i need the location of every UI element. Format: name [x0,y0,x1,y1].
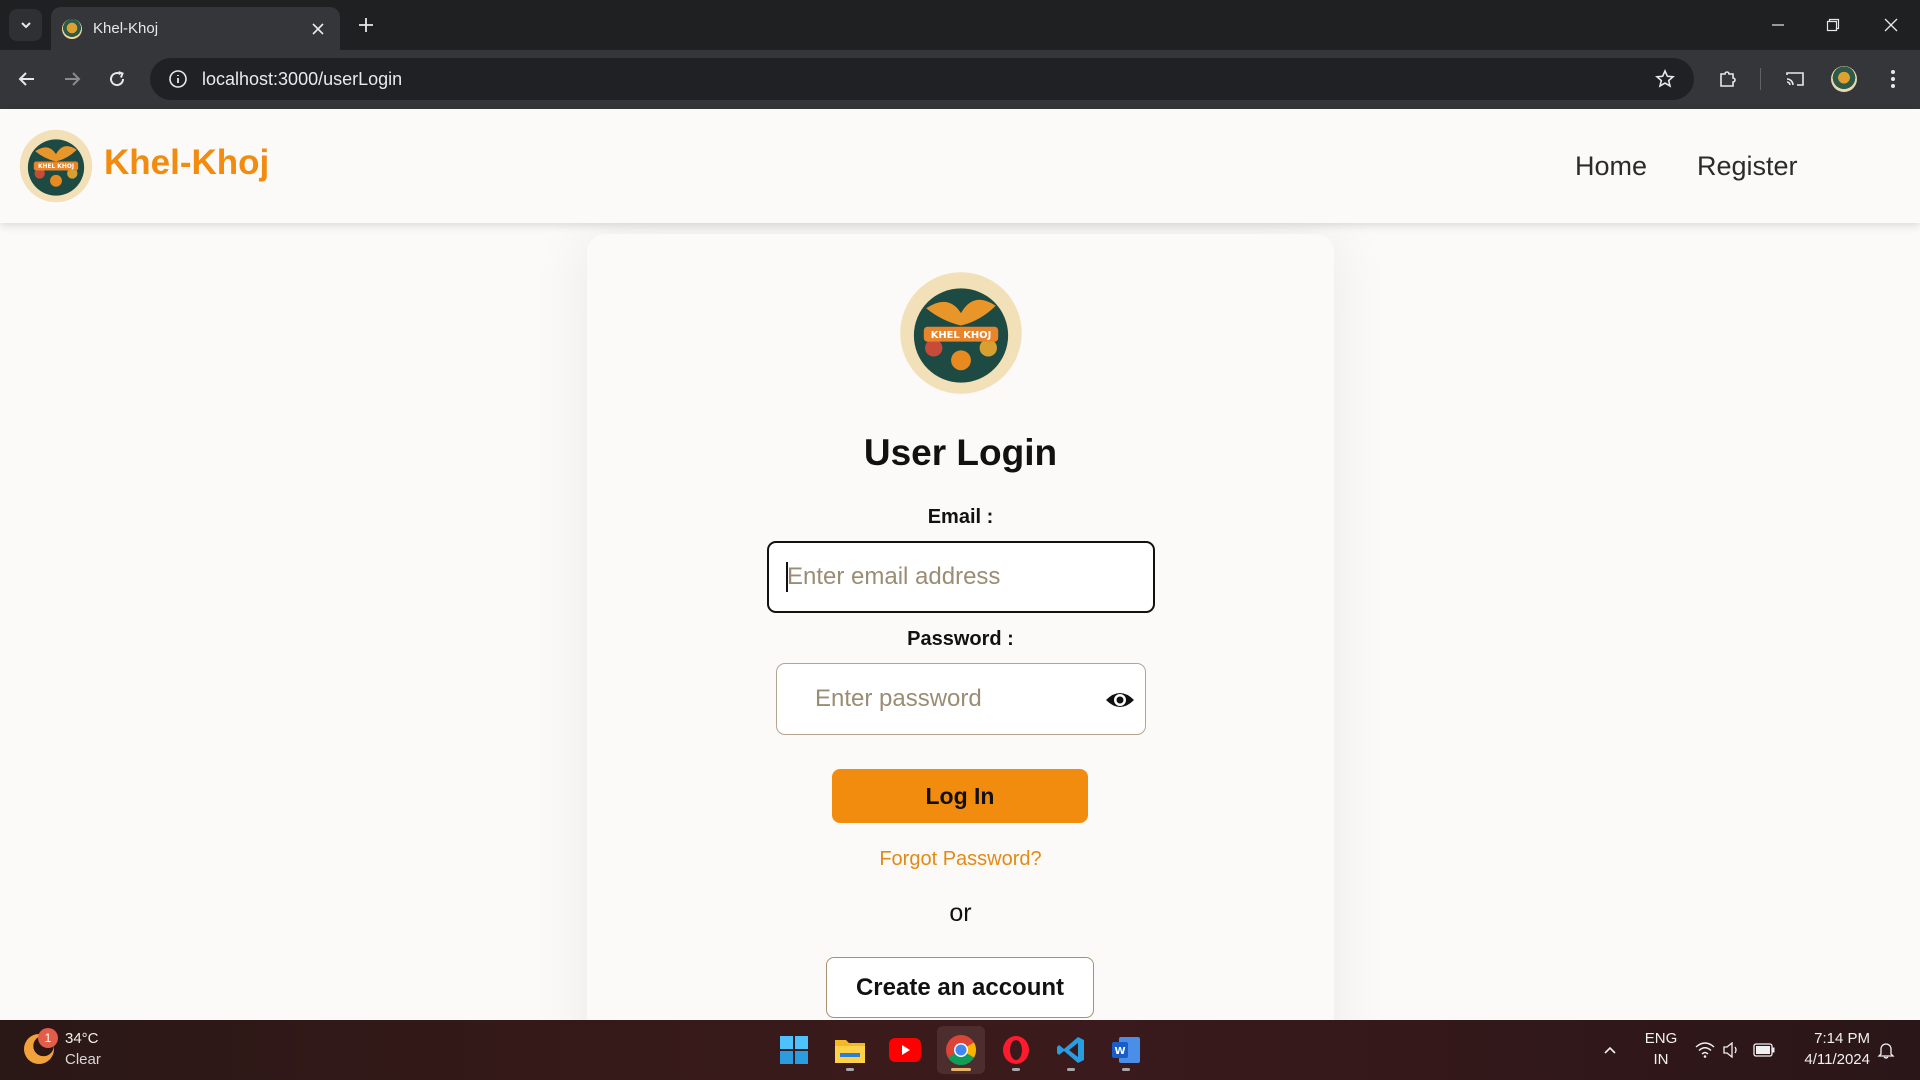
minimize-button[interactable] [1758,5,1798,45]
nav-home-link[interactable]: Home [1575,151,1647,182]
email-label: Email : [927,506,994,528]
region-code: IN [1653,1051,1669,1068]
cast-icon [1786,72,1804,86]
svg-text:W: W [1114,1046,1125,1057]
svg-text:KHEL KHOJ: KHEL KHOJ [931,330,992,341]
start-button[interactable] [770,1026,818,1074]
weather-temperature: 34°C [65,1030,99,1047]
restore-button[interactable] [1813,5,1853,45]
favicon-icon [62,18,82,39]
bookmark-star-icon[interactable] [1650,64,1680,94]
profile-avatar [1831,66,1857,92]
site-header: KHEL KHOJ Khel-Khoj Home Register [0,109,1920,223]
khel-khoj-logo[interactable]: KHEL KHOJ [19,129,93,203]
menu-button[interactable] [1878,64,1908,94]
password-label: Password : [907,628,1014,650]
khel-khoj-logo: KHEL KHOJ [900,272,1022,394]
address-bar[interactable]: localhost:3000/userLogin [150,58,1694,100]
forward-button[interactable] [57,64,87,94]
taskbar-opera[interactable] [992,1026,1040,1074]
vscode-icon [1057,1037,1084,1063]
password-field-wrapper [776,663,1146,735]
arrow-left-icon [18,72,34,86]
browser-tab-strip: Khel-Khoj [0,0,1920,50]
text-caret [786,562,788,592]
battery-icon[interactable] [1752,1038,1776,1062]
login-card: KHEL KHOJ User Login Email : Password : … [587,234,1334,1080]
chrome-icon [946,1035,977,1066]
password-field[interactable] [815,682,1095,716]
tab-close-button[interactable] [306,17,330,41]
taskbar-file-explorer[interactable] [826,1026,874,1074]
profile-button[interactable] [1829,64,1859,94]
notification-badge: 1 [38,1028,58,1048]
show-hidden-icons[interactable] [1598,1038,1622,1062]
cast-button[interactable] [1780,64,1810,94]
site-info-icon[interactable] [164,65,192,93]
close-icon [1884,18,1898,32]
weather-description: Clear [65,1051,101,1068]
tab-title: Khel-Khoj [93,20,159,37]
login-button[interactable]: Log In [832,769,1088,823]
or-divider-text: or [949,899,972,927]
taskbar-chrome[interactable] [937,1026,985,1074]
puzzle-icon [1720,71,1736,87]
reload-button[interactable] [102,64,132,94]
toolbar-divider [1760,68,1761,90]
plus-icon [359,18,373,32]
windows-start-icon [780,1036,808,1064]
tab-search-button[interactable] [9,9,42,41]
folder-icon [835,1040,865,1063]
back-button[interactable] [12,64,42,94]
reload-icon [110,71,125,87]
clock-time: 7:14 PM [1814,1030,1870,1047]
youtube-icon [889,1038,921,1062]
new-tab-button[interactable] [353,12,379,38]
chevron-up-icon [1604,1046,1616,1054]
taskbar-word[interactable]: W [1102,1026,1150,1074]
close-window-button[interactable] [1871,5,1911,45]
minimize-icon [1772,24,1784,26]
word-icon: W [1112,1037,1140,1063]
browser-toolbar: localhost:3000/userLogin [0,50,1920,109]
nav-register-link[interactable]: Register [1697,151,1798,182]
kebab-menu-icon [1891,70,1895,88]
show-password-toggle[interactable] [1105,685,1135,715]
taskbar-youtube[interactable] [881,1026,929,1074]
svg-text:KHEL KHOJ: KHEL KHOJ [38,164,74,170]
restore-icon [1826,18,1840,32]
arrow-right-icon [65,72,81,86]
volume-icon[interactable] [1720,1038,1744,1062]
windows-taskbar: 1 34°C Clear W ENG IN 7:14 PM 4/11/2024 [0,1020,1920,1080]
chevron-down-icon [20,22,31,29]
opera-icon [1003,1036,1029,1064]
eye-icon [1106,693,1134,707]
close-icon [312,22,324,35]
language-code: ENG [1644,1030,1678,1047]
create-account-button[interactable]: Create an account [826,957,1094,1018]
bell-icon [1877,1043,1895,1059]
taskbar-vscode[interactable] [1047,1026,1095,1074]
page-title: User Login [863,432,1058,473]
clock-date: 4/11/2024 [1804,1051,1870,1068]
wifi-icon[interactable] [1693,1038,1717,1062]
email-field[interactable] [767,541,1155,613]
notifications-button[interactable] [1874,1038,1898,1062]
browser-tab[interactable]: Khel-Khoj [51,7,340,50]
forgot-password-link[interactable]: Forgot Password? [587,848,1334,871]
url-text: localhost:3000/userLogin [202,68,403,89]
extensions-button[interactable] [1713,64,1743,94]
brand-name[interactable]: Khel-Khoj [104,143,269,183]
